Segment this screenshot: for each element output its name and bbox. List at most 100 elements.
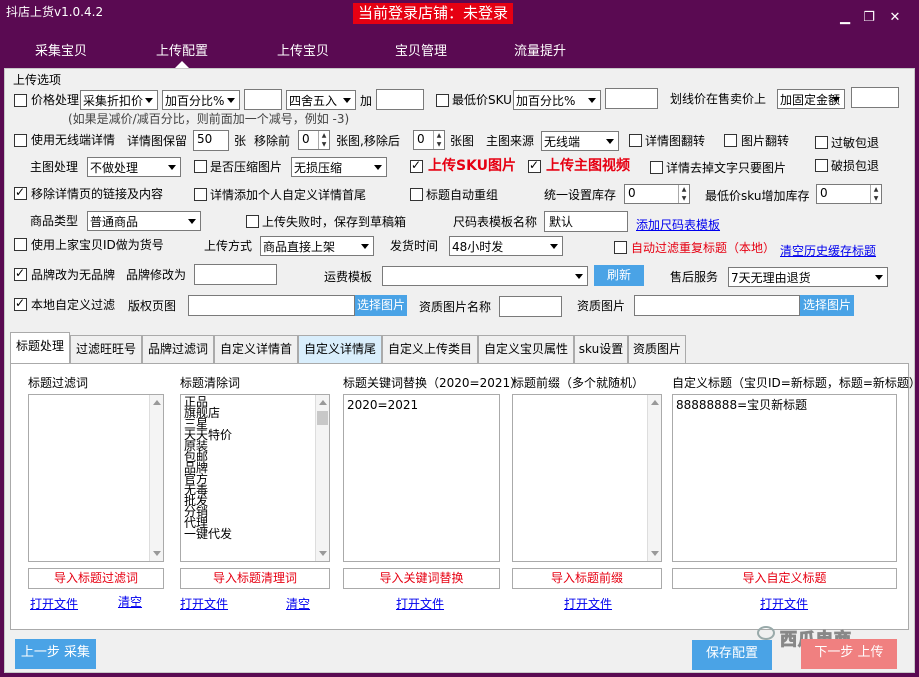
prev-step-button[interactable]: 上一步 采集: [15, 639, 96, 669]
use-prev-id-checkbox[interactable]: [14, 238, 27, 251]
add-value-input[interactable]: [376, 89, 424, 110]
local-filter-checkbox[interactable]: [14, 296, 27, 311]
save-config-button[interactable]: 保存配置: [692, 640, 772, 670]
tab-custom-attrs[interactable]: 自定义宝贝属性: [478, 335, 574, 363]
auto-filter-dup-label: 自动过滤重复标题（本地）: [631, 241, 776, 255]
open-file-link-3[interactable]: 打开文件: [396, 595, 444, 612]
add-size-tpl-link[interactable]: 添加尺码表模板: [636, 216, 720, 233]
scrollbar[interactable]: [647, 395, 661, 561]
nav-upload-items[interactable]: 上传宝贝: [248, 40, 358, 59]
remove-back-spinner[interactable]: 0 ▲ ▼: [413, 130, 445, 150]
filter-words-listbox[interactable]: [28, 394, 164, 562]
import-clear-words-button[interactable]: 导入标题清理词: [180, 568, 330, 589]
price-process-checkbox[interactable]: [14, 94, 27, 107]
size-tpl-input[interactable]: 默认: [544, 211, 628, 232]
strike-mode-select[interactable]: 加固定金额: [777, 89, 845, 109]
import-filter-words-button[interactable]: 导入标题过滤词: [28, 568, 164, 589]
spinner-arrows-icon[interactable]: ▲ ▼: [678, 185, 689, 203]
brand-modify-input[interactable]: [194, 264, 277, 285]
nav-upload-config[interactable]: 上传配置: [127, 40, 237, 59]
sensitive-return-checkbox[interactable]: [815, 136, 828, 149]
unit-zhang-img: 张图: [450, 134, 475, 148]
title-regroup-checkbox[interactable]: [410, 188, 423, 201]
detail-keep-input[interactable]: 50: [193, 130, 229, 151]
upload-mode-select[interactable]: 商品直接上架: [260, 236, 374, 256]
round-mode-select[interactable]: 四舍五入: [286, 90, 356, 110]
brand-none-checkbox[interactable]: [14, 266, 27, 281]
clear-link-1[interactable]: 清空: [118, 593, 142, 610]
copyright-img-input[interactable]: [188, 295, 355, 316]
ship-time-select[interactable]: 48小时发: [449, 236, 563, 256]
save-draft-checkbox[interactable]: [246, 215, 259, 228]
clear-words-listbox[interactable]: 正品 旗舰店 三星 天天特价 原装 包邮 品牌 官方 无毒 批发 分销 代理 一键代发: [180, 394, 330, 562]
qual-choose-img-button[interactable]: 选择图片: [800, 295, 854, 316]
compress-checkbox[interactable]: [194, 160, 207, 173]
next-step-button[interactable]: 下一步 上传: [801, 639, 897, 669]
main-proc-select[interactable]: 不做处理: [87, 157, 181, 177]
restore-icon[interactable]: ❐: [860, 10, 878, 25]
qual-img-name-input[interactable]: [499, 296, 562, 317]
wireless-detail-checkbox[interactable]: [14, 134, 27, 147]
detail-remove-text-checkbox[interactable]: [650, 161, 663, 174]
price-hint: (如果是减价/减百分比，则前面加一个减号，例如 -3): [68, 112, 350, 126]
import-prefix-button[interactable]: 导入标题前缀: [512, 568, 662, 589]
broken-return-checkbox[interactable]: [815, 159, 828, 172]
strike-value-input[interactable]: [851, 87, 899, 108]
tab-qual-images[interactable]: 资质图片: [628, 335, 686, 363]
qual-img-input[interactable]: [634, 295, 800, 316]
clear-history-link[interactable]: 清空历史缓存标题: [780, 242, 876, 259]
custom-title-listbox[interactable]: 88888888=宝贝新标题: [672, 394, 897, 562]
compress-select[interactable]: 无损压缩: [291, 157, 387, 177]
min-sku-stock-spinner[interactable]: 0 ▲ ▼: [816, 184, 882, 204]
open-file-link-2[interactable]: 打开文件: [180, 595, 228, 612]
tab-filter-wangwang[interactable]: 过滤旺旺号: [70, 335, 142, 363]
import-custom-title-button[interactable]: 导入自定义标题: [672, 568, 897, 589]
scrollbar[interactable]: [149, 395, 163, 561]
prefix-listbox[interactable]: [512, 394, 662, 562]
keyword-replace-listbox[interactable]: 2020=2021: [343, 394, 500, 562]
tab-custom-detail-tail[interactable]: 自定义详情尾: [298, 335, 382, 363]
detail-flip-checkbox[interactable]: [629, 134, 642, 147]
upload-main-video-checkbox[interactable]: [528, 158, 541, 173]
spinner-arrows-icon[interactable]: ▲ ▼: [870, 185, 881, 203]
scrollbar[interactable]: [315, 395, 329, 561]
freight-select[interactable]: [382, 266, 588, 286]
price-calc-value[interactable]: [244, 89, 282, 110]
copyright-choose-img-button[interactable]: 选择图片: [355, 295, 407, 316]
upload-sku-img-checkbox[interactable]: [410, 158, 423, 173]
img-flip-checkbox[interactable]: [724, 134, 737, 147]
nav-collect[interactable]: 采集宝贝: [6, 40, 116, 59]
remove-links-checkbox[interactable]: [14, 185, 27, 200]
after-sale-select[interactable]: 7天无理由退货: [728, 267, 888, 287]
open-file-link-4[interactable]: 打开文件: [564, 595, 612, 612]
list-item[interactable]: 一键代发: [184, 528, 326, 540]
stock-spinner[interactable]: 0 ▲ ▼: [624, 184, 690, 204]
nav-traffic[interactable]: 流量提升: [485, 40, 595, 59]
price-calc-select[interactable]: 加百分比%: [162, 90, 240, 110]
remove-front-spinner[interactable]: 0 ▲ ▼: [298, 130, 330, 150]
minimize-icon[interactable]: ▁: [836, 10, 854, 25]
goods-type-select[interactable]: 普通商品: [87, 211, 201, 231]
main-source-select[interactable]: 无线端: [541, 131, 619, 151]
spinner-arrows-icon[interactable]: ▲ ▼: [433, 131, 444, 149]
tab-custom-category[interactable]: 自定义上传类目: [382, 335, 478, 363]
nav-item-manage[interactable]: 宝贝管理: [366, 40, 476, 59]
auto-filter-dup-checkbox[interactable]: [614, 241, 627, 254]
tab-title-process[interactable]: 标题处理: [10, 332, 70, 364]
min-sku-value-input[interactable]: [605, 88, 658, 109]
close-icon[interactable]: ✕: [886, 10, 904, 25]
min-sku-checkbox[interactable]: [436, 94, 449, 107]
import-keyword-replace-button[interactable]: 导入关键词替换: [343, 568, 500, 589]
refresh-button[interactable]: 刷新: [594, 265, 644, 286]
detail-add-custom-checkbox[interactable]: [194, 188, 207, 201]
tab-custom-detail-head[interactable]: 自定义详情首: [214, 335, 298, 363]
clear-link-2[interactable]: 清空: [286, 595, 310, 612]
spinner-arrows-icon[interactable]: ▲ ▼: [318, 131, 329, 149]
tab-brand-filter[interactable]: 品牌过滤词: [142, 335, 214, 363]
min-sku-calc-select[interactable]: 加百分比%: [513, 90, 601, 110]
open-file-link-1[interactable]: 打开文件: [30, 595, 78, 612]
open-file-link-5[interactable]: 打开文件: [760, 595, 808, 612]
tab-sku-settings[interactable]: sku设置: [574, 335, 628, 363]
col-title-filter-words: 标题过滤词: [28, 376, 89, 390]
price-mode-select[interactable]: 采集折扣价: [80, 90, 158, 110]
